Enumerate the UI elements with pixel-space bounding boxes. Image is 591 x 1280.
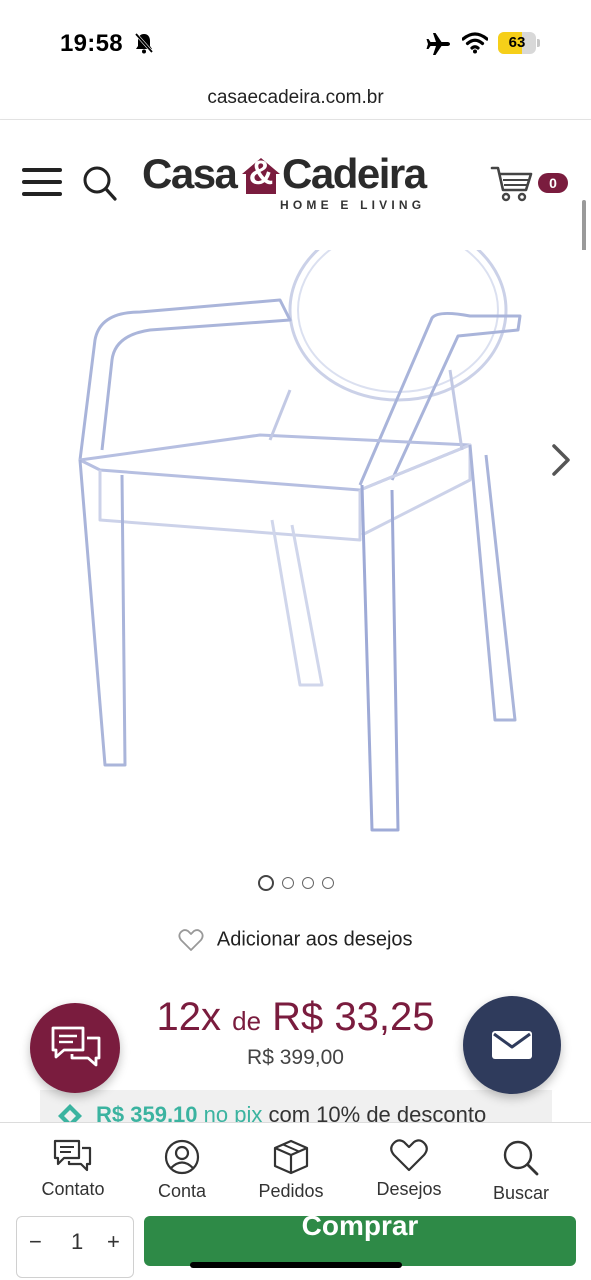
nav-label-desejos: Desejos	[376, 1179, 442, 1199]
buy-bar: − 1 + Comprar	[0, 1216, 591, 1280]
status-time: 19:58	[60, 30, 123, 57]
chat-fab-button[interactable]	[30, 1003, 120, 1093]
qty-decrease-button[interactable]: −	[29, 1229, 42, 1255]
logo-text-casa: Casa	[142, 150, 238, 197]
url-text: casaecadeira.com.br	[207, 87, 384, 108]
nav-item-conta[interactable]: Conta	[127, 1139, 237, 1202]
gallery-dot[interactable]	[321, 876, 334, 889]
installment-count: 12x	[156, 995, 221, 1039]
qty-increase-button[interactable]: +	[107, 1229, 120, 1255]
pix-price: R$ 359,10	[96, 1102, 198, 1124]
logo-ampersand: &	[248, 154, 274, 192]
gallery-dot[interactable]	[281, 876, 294, 889]
product-image-gallery[interactable]	[0, 250, 591, 900]
logo-tagline: HOME E LIVING	[280, 198, 426, 212]
pix-discount-bar: R$ 359,10 no pix com 10% de desconto	[40, 1090, 552, 1124]
box-icon	[273, 1139, 309, 1175]
nav-item-buscar[interactable]: Buscar	[466, 1139, 576, 1204]
pix-icon	[58, 1104, 82, 1124]
wishlist-label: Adicionar aos desejos	[216, 928, 413, 951]
installment-value: R$ 33,25	[272, 995, 435, 1039]
nav-label-contato: Contato	[41, 1179, 105, 1199]
battery-level-text: 63	[508, 34, 526, 51]
installment-de: de	[232, 1006, 262, 1036]
pix-text: R$ 359,10 no pix com 10% de desconto	[96, 1102, 486, 1124]
cart-count-badge[interactable]: 0	[538, 173, 568, 193]
cart-icon[interactable]	[490, 164, 534, 204]
nav-label-conta: Conta	[157, 1181, 207, 1201]
site-logo[interactable]: Casa & Cadeira HOME E LIVING	[142, 150, 432, 214]
newsletter-fab-button[interactable]	[463, 996, 561, 1094]
gallery-pagination	[0, 874, 591, 892]
gallery-dot[interactable]	[301, 876, 314, 889]
airplane-icon	[426, 33, 450, 55]
user-icon	[164, 1139, 200, 1175]
nav-item-pedidos[interactable]: Pedidos	[236, 1139, 346, 1202]
pix-method: no pix	[203, 1102, 263, 1124]
browser-url-bar[interactable]: casaecadeira.com.br	[0, 80, 591, 120]
buy-button[interactable]: Comprar	[144, 1216, 576, 1266]
heart-icon	[390, 1139, 428, 1172]
logo-text-cadeira: Cadeira	[282, 150, 427, 197]
qty-value[interactable]: 1	[71, 1229, 83, 1255]
site-header: Casa & Cadeira HOME E LIVING 0	[0, 120, 591, 250]
nav-item-contato[interactable]: Contato	[18, 1139, 128, 1200]
product-chair-image	[78, 250, 522, 832]
nav-label-pedidos: Pedidos	[258, 1181, 324, 1201]
search-icon	[503, 1140, 539, 1176]
chat-bubbles-icon	[51, 1026, 101, 1067]
pix-discount-text: com 10% de desconto	[268, 1102, 487, 1124]
bottom-navigation: Contato Conta Pedidos Desejos Buscar	[0, 1122, 591, 1222]
home-indicator	[190, 1262, 402, 1268]
add-to-wishlist-link[interactable]: Adicionar aos desejos	[0, 928, 591, 958]
mail-icon	[492, 1031, 532, 1059]
gallery-dot[interactable]	[257, 874, 274, 891]
heart-outline-icon	[178, 929, 204, 951]
hamburger-menu-icon[interactable]	[22, 168, 62, 198]
nav-label-buscar: Buscar	[492, 1183, 550, 1203]
bell-slash-icon	[134, 33, 154, 54]
status-bar: 19:58 63	[0, 0, 591, 80]
quantity-stepper[interactable]: − 1 +	[16, 1216, 134, 1278]
battery-indicator: 63	[498, 32, 540, 54]
nav-item-desejos[interactable]: Desejos	[354, 1139, 464, 1200]
wifi-icon	[462, 32, 488, 54]
search-icon[interactable]	[82, 164, 118, 202]
chevron-right-icon[interactable]	[546, 440, 574, 480]
chat-icon	[53, 1139, 92, 1172]
